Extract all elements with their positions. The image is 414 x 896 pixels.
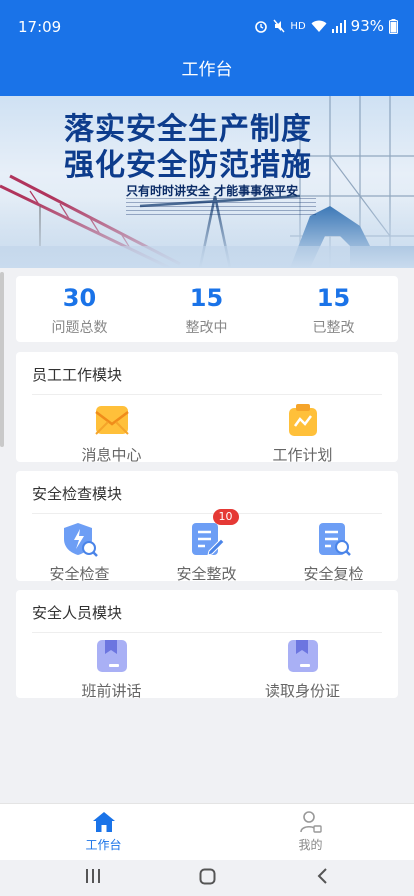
alarm-icon bbox=[255, 21, 268, 33]
tab-mine-label: 我的 bbox=[298, 838, 323, 852]
plan-icon bbox=[285, 402, 321, 438]
title-bar: 工作台 bbox=[0, 54, 414, 96]
tab-mine[interactable]: 我的 bbox=[207, 810, 414, 853]
work-plan-label: 工作计划 bbox=[272, 446, 333, 464]
module-divider bbox=[32, 513, 382, 514]
home-square-icon bbox=[199, 868, 216, 885]
safety-check-tile[interactable]: 安全检查 bbox=[16, 521, 143, 584]
tab-workbench-label: 工作台 bbox=[85, 838, 122, 852]
status-time: 17:09 bbox=[18, 18, 62, 36]
system-nav-bar bbox=[0, 860, 414, 896]
inspection-module-title: 安全检查模块 bbox=[32, 485, 123, 503]
shield-search-icon bbox=[62, 521, 98, 557]
personnel-module-card: 安全人员模块 班前讲话 读取身份证 bbox=[16, 590, 398, 701]
stat-total-value: 30 bbox=[62, 284, 97, 312]
safety-check-label: 安全检查 bbox=[49, 565, 110, 583]
mute-icon bbox=[273, 19, 285, 33]
document-search-icon bbox=[316, 521, 352, 557]
home-icon bbox=[92, 810, 116, 834]
stat-fixed[interactable]: 15 已整改 bbox=[270, 284, 397, 337]
safety-rectify-tile[interactable]: 10 安全整改 bbox=[143, 509, 270, 584]
back-chevron-icon bbox=[317, 868, 327, 884]
stat-fixed-value: 15 bbox=[316, 284, 351, 312]
page-title: 工作台 bbox=[181, 60, 233, 80]
signal-icon bbox=[331, 19, 346, 33]
stat-in-progress[interactable]: 15 整改中 bbox=[143, 284, 270, 337]
bookmark-card-icon bbox=[94, 638, 130, 674]
personnel-module-title: 安全人员模块 bbox=[32, 604, 123, 622]
read-id-card-tile[interactable]: 读取身份证 bbox=[239, 638, 366, 701]
wifi-icon bbox=[311, 20, 327, 32]
banner-slogan: 只有时时讲安全 才能事事保平安 bbox=[126, 184, 299, 198]
pre-shift-talk-tile[interactable]: 班前讲话 bbox=[48, 638, 175, 701]
battery-percent: 93% bbox=[350, 17, 384, 35]
edit-document-icon: 10 bbox=[189, 509, 239, 557]
module-divider bbox=[32, 632, 382, 633]
bottom-tab-bar: 工作台 我的 bbox=[0, 803, 414, 860]
back-button[interactable] bbox=[316, 868, 328, 889]
bookmark-card-icon bbox=[285, 638, 321, 674]
banner-fine-print bbox=[126, 198, 316, 216]
safety-recheck-label: 安全复检 bbox=[303, 565, 364, 583]
user-icon bbox=[299, 810, 323, 834]
scroll-indicator[interactable] bbox=[0, 272, 4, 447]
tab-workbench[interactable]: 工作台 bbox=[0, 810, 207, 853]
module-divider bbox=[32, 394, 382, 395]
employee-module-card: 员工工作模块 消息中心 工作计划 bbox=[16, 352, 398, 465]
stat-total-label: 问题总数 bbox=[51, 320, 108, 336]
pre-shift-talk-label: 班前讲话 bbox=[81, 682, 142, 700]
home-nav-button[interactable] bbox=[199, 868, 216, 890]
stat-in-progress-value: 15 bbox=[189, 284, 224, 312]
mail-icon bbox=[94, 402, 130, 438]
stat-fixed-label: 已整改 bbox=[312, 320, 355, 336]
safety-recheck-tile[interactable]: 安全复检 bbox=[270, 521, 397, 584]
rectify-count-badge: 10 bbox=[212, 509, 239, 525]
status-bar: 17:09 HD 93% bbox=[0, 0, 414, 54]
status-icons: HD 93% bbox=[254, 17, 398, 35]
message-center-label: 消息中心 bbox=[81, 446, 142, 464]
recents-button[interactable] bbox=[85, 868, 101, 889]
work-plan-tile[interactable]: 工作计划 bbox=[239, 402, 366, 465]
inspection-module-card: 安全检查模块 安全检查 10 安全整改 安全复检 bbox=[16, 471, 398, 584]
issue-stats-card: 30 问题总数 15 整改中 15 已整改 bbox=[16, 276, 398, 342]
message-center-tile[interactable]: 消息中心 bbox=[48, 402, 175, 465]
stat-in-progress-label: 整改中 bbox=[185, 320, 228, 336]
banner-headline-2: 强化安全防范措施 bbox=[64, 148, 312, 183]
safety-banner[interactable]: 落实安全生产制度 强化安全防范措施 只有时时讲安全 才能事事保平安 bbox=[0, 96, 414, 268]
read-id-card-label: 读取身份证 bbox=[264, 682, 340, 700]
battery-icon bbox=[389, 18, 398, 34]
safety-rectify-label: 安全整改 bbox=[176, 565, 237, 583]
employee-module-title: 员工工作模块 bbox=[32, 366, 123, 384]
hd-label: HD bbox=[290, 20, 306, 32]
recents-icon bbox=[86, 869, 100, 883]
stat-total[interactable]: 30 问题总数 bbox=[16, 284, 143, 337]
